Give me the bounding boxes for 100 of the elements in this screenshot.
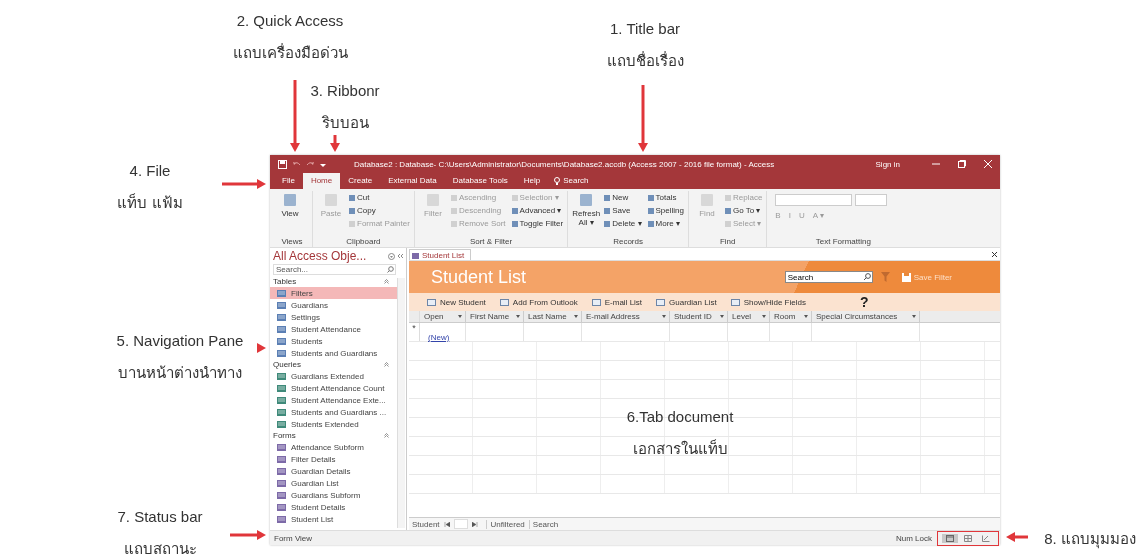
command-icon — [425, 193, 440, 207]
navigation-item[interactable]: Settings — [270, 311, 397, 323]
view-button[interactable] — [942, 533, 958, 543]
callout-caption: ริบบอน — [321, 113, 369, 133]
window-title: Database2 : Database- C:\Users\Administrator\Documents\Database2.accdb (Access 2007 - 2016 file format) - Access — [354, 159, 776, 169]
navigation-item[interactable]: Students and Guardians — [270, 347, 397, 359]
close-icon[interactable] — [992, 252, 997, 257]
toolbar-button[interactable]: Guardian List — [656, 297, 717, 307]
callout-caption: 7. Status bar — [117, 508, 203, 525]
navigation-item[interactable]: Student Details — [270, 501, 397, 513]
ribbon-small-button[interactable]: Totals — [647, 191, 684, 204]
ribbon-tab[interactable]: Help — [515, 173, 549, 189]
ribbon-small-button[interactable]: New — [604, 191, 642, 204]
tell-me-search[interactable]: Search — [548, 173, 595, 189]
minimize-icon[interactable] — [932, 160, 940, 168]
ribbon-large-button[interactable]: View — [276, 191, 304, 237]
navigation-pane-title[interactable]: All Access Obje... — [273, 249, 386, 263]
callout-arrow — [230, 530, 266, 540]
dropdown-arrow-icon — [516, 315, 520, 318]
restore-icon[interactable] — [958, 160, 966, 168]
status-text: Form View — [274, 533, 314, 543]
ribbon-small-button[interactable]: Go To ▾ — [725, 204, 763, 217]
column-header[interactable]: Special Circumstances — [812, 311, 920, 322]
collapse-chevron-icon — [384, 433, 389, 438]
column-header[interactable]: E-mail Address — [582, 311, 670, 322]
ribbon-tab[interactable]: File — [274, 173, 303, 189]
sign-in-link[interactable]: Sign in — [875, 159, 900, 169]
ribbon-tab[interactable]: Create — [340, 173, 381, 189]
column-header[interactable]: Student ID — [670, 311, 728, 322]
dropdown-icon[interactable] — [388, 252, 395, 260]
callout-arrow — [330, 135, 340, 152]
toolbar-button[interactable]: E-mail List — [591, 297, 643, 307]
callout-caption: 8. แถบมุมมอง — [1044, 529, 1136, 551]
filter-status[interactable]: Unfiltered — [485, 519, 525, 529]
collapse-pane-icon[interactable] — [397, 253, 403, 259]
navigation-group-header[interactable]: Forms — [270, 430, 397, 441]
ribbon-tab[interactable]: Database Tools — [444, 173, 516, 189]
navigation-group-header[interactable]: Queries — [270, 359, 397, 370]
column-header[interactable]: Level — [728, 311, 770, 322]
command-icon — [283, 193, 297, 207]
navigation-item[interactable]: Guardian Details — [270, 465, 397, 477]
column-header[interactable]: Open — [420, 311, 466, 322]
help-button[interactable]: ? — [859, 294, 869, 310]
object-icon — [277, 337, 286, 345]
ribbon-small-button[interactable]: More ▾ — [647, 217, 684, 230]
navigation-item[interactable]: Students Extended — [270, 418, 397, 430]
column-header[interactable]: Last Name — [524, 311, 582, 322]
datasheet-view-icon — [964, 534, 972, 542]
navigation-item[interactable]: Student Attendance — [270, 323, 397, 335]
toolbar-button[interactable]: Show/Hide Fields — [730, 297, 806, 307]
column-header[interactable]: First Name — [466, 311, 524, 322]
ribbon-small-button[interactable]: Spelling — [647, 204, 684, 217]
ribbon-small-button[interactable]: Cut — [349, 191, 410, 204]
column-header[interactable]: Room — [770, 311, 812, 322]
command-icon — [591, 298, 601, 306]
navigation-item[interactable]: Guardians — [270, 299, 397, 311]
first-record-icon[interactable] — [443, 521, 450, 527]
navigation-item[interactable]: Student Attendance Exte... — [270, 394, 397, 406]
callout-arrow — [638, 85, 648, 152]
ribbon-large-button[interactable]: Refresh All ▾ — [572, 191, 601, 237]
object-icon — [277, 515, 286, 523]
object-icon — [277, 479, 286, 487]
navigation-item[interactable]: Filters — [270, 287, 397, 299]
ribbon-group-label: Sort & Filter — [468, 237, 514, 247]
dropdown-arrow-icon — [720, 315, 724, 318]
navigation-item[interactable]: Guardians Extended — [270, 370, 397, 382]
ribbon-small-button[interactable]: Advanced ▾ — [511, 204, 564, 217]
ribbon-small-button[interactable]: Save — [604, 204, 642, 217]
navigation-item[interactable]: Attendance Subform — [270, 441, 397, 453]
navigation-item[interactable]: Student Attendance Count — [270, 382, 397, 394]
toolbar-button[interactable]: Add From Outlook — [499, 297, 578, 307]
ribbon-small-button[interactable]: Toggle Filter — [511, 217, 564, 230]
navigation-item[interactable]: Filter Details — [270, 453, 397, 465]
scrollbar[interactable] — [397, 278, 405, 528]
document-tab[interactable]: Student List — [409, 249, 472, 260]
ribbon-tab[interactable]: Home — [302, 173, 341, 189]
object-icon — [277, 455, 286, 463]
ribbon-small-button[interactable]: Copy — [349, 204, 410, 217]
toolbar-button[interactable]: New Student — [427, 297, 486, 307]
filter-icon[interactable] — [880, 272, 890, 282]
record-search-field[interactable]: Search — [528, 519, 559, 529]
ribbon-tab[interactable]: External Data — [380, 173, 445, 189]
save-icon[interactable] — [278, 159, 287, 169]
object-icon — [277, 301, 286, 309]
new-record-link[interactable]: (New) — [428, 333, 450, 342]
form-search-field[interactable]: Search — [784, 271, 873, 283]
record-number-field[interactable] — [453, 519, 468, 529]
font-name-field[interactable] — [775, 194, 853, 206]
navigation-item[interactable]: Guardians Subform — [270, 489, 397, 501]
command-icon — [324, 193, 338, 207]
navigation-item[interactable]: Students and Guardians ... — [270, 406, 397, 418]
navigation-search-field[interactable]: Search... — [273, 264, 396, 275]
font-size-field[interactable] — [855, 194, 888, 206]
callout-arrow — [257, 343, 266, 353]
navigation-group-header[interactable]: Tables — [270, 276, 397, 287]
navigation-item[interactable]: Student List — [270, 513, 397, 525]
navigation-item[interactable]: Guardian List — [270, 477, 397, 489]
navigation-item[interactable]: Students — [270, 335, 397, 347]
ribbon-small-button[interactable]: Delete ▾ — [604, 217, 642, 230]
object-icon — [277, 384, 286, 392]
